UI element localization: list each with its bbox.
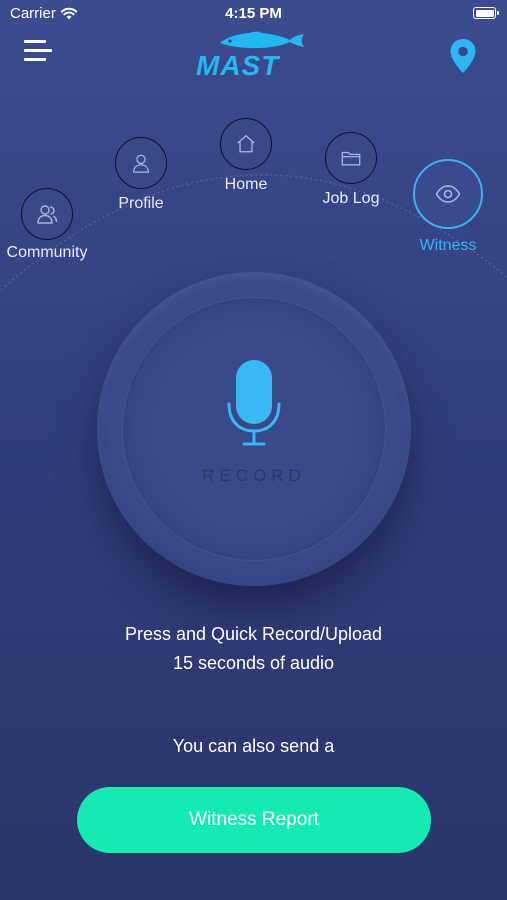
- instruction-line-3: You can also send a: [172, 736, 335, 756]
- nav-item-profile[interactable]: Profile: [91, 137, 191, 213]
- nav-item-job-log[interactable]: Job Log: [301, 132, 401, 208]
- record-button[interactable]: RECORD: [123, 298, 385, 560]
- witness-report-button[interactable]: Witness Report: [77, 787, 431, 853]
- mast-logo: MAST: [190, 28, 320, 81]
- status-time: 4:15 PM: [225, 5, 282, 22]
- microphone-icon: [227, 360, 281, 446]
- job-log-button[interactable]: [325, 132, 377, 184]
- record-label: RECORD: [202, 466, 306, 485]
- home-icon: [237, 134, 255, 153]
- nav-item-home[interactable]: Home: [196, 118, 296, 194]
- map-pin-icon[interactable]: [449, 38, 477, 74]
- user-icon: [133, 154, 149, 173]
- battery-icon: [473, 7, 499, 19]
- instruction-line-1: Press and Quick Record/Upload: [124, 624, 383, 644]
- job-log-label: Job Log: [322, 190, 380, 207]
- record-button-outer-ring: RECORD: [97, 272, 411, 586]
- home-button[interactable]: [220, 118, 272, 170]
- witness-label: Witness: [419, 237, 477, 254]
- eye-icon: [435, 185, 461, 203]
- home-label: Home: [224, 176, 268, 193]
- users-icon: [37, 205, 58, 224]
- status-bar: Carrier 4:15 PM: [0, 0, 507, 30]
- profile-button[interactable]: [115, 137, 167, 189]
- community-button[interactable]: [21, 188, 73, 240]
- instruction-line-2: 15 seconds of audio: [172, 653, 335, 673]
- hamburger-menu-icon[interactable]: [24, 40, 52, 66]
- nav-item-community[interactable]: Community: [0, 188, 97, 262]
- profile-label: Profile: [118, 195, 164, 212]
- nav-item-witness[interactable]: Witness: [398, 159, 498, 255]
- community-label: Community: [6, 244, 88, 261]
- folder-icon: [341, 151, 361, 166]
- witness-tab-button[interactable]: [413, 159, 483, 229]
- logo-text: MAST: [196, 50, 280, 81]
